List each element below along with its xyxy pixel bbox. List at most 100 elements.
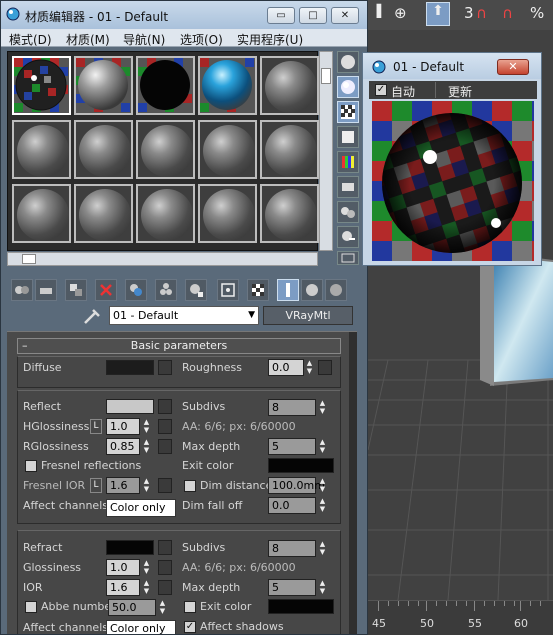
abbe-number-spinner[interactable]: ▲ ▼ (158, 599, 167, 616)
roughness-spinner[interactable]: ▲ ▼ (305, 359, 314, 376)
refract-glossiness-input[interactable]: 1.0 (106, 559, 140, 576)
parameters-scrollbar[interactable] (349, 332, 357, 634)
sample-slot[interactable] (260, 120, 319, 179)
get-material-icon[interactable] (11, 279, 33, 301)
refract-exit-color-checkbox[interactable] (184, 601, 196, 613)
basic-parameters-rollout-header[interactable]: – Basic parameters (17, 338, 341, 354)
select-move-icon[interactable]: ⊕ (394, 4, 407, 22)
refract-color-swatch[interactable] (106, 540, 154, 555)
reflect-affect-channels-dropdown[interactable]: Color only (106, 499, 176, 517)
snaps-toggle-icon[interactable]: 3 (464, 4, 474, 22)
magnet-icon[interactable]: ∩ (476, 4, 487, 22)
menu-navigation[interactable]: 导航(N) (123, 31, 165, 48)
refract-max-depth-spinner[interactable]: ▲ ▼ (318, 579, 327, 596)
rollout-collapse-toggle[interactable]: – (22, 339, 28, 353)
reflect-exit-color-swatch[interactable] (268, 458, 334, 473)
diffuse-color-swatch[interactable] (106, 360, 154, 375)
sample-slot[interactable] (260, 56, 319, 115)
show-map-in-viewport-icon[interactable] (247, 279, 269, 301)
hglossiness-map-button[interactable] (158, 419, 172, 434)
refract-affect-channels-dropdown[interactable]: Color only (106, 620, 176, 634)
reflect-map-button[interactable] (158, 399, 172, 414)
select-manipulate-icon[interactable]: ⬆ (426, 2, 450, 26)
menu-material[interactable]: 材质(M) (66, 31, 110, 48)
go-forward-to-sibling-icon[interactable] (325, 279, 347, 301)
rglossiness-map-button[interactable] (158, 439, 172, 454)
fresnel-ior-lock-button[interactable]: L (90, 478, 102, 493)
pick-material-eyedropper-icon[interactable] (81, 306, 103, 326)
background-checker-icon[interactable] (337, 101, 359, 123)
refract-subdivs-spinner[interactable]: ▲ ▼ (318, 540, 327, 557)
timeline-ruler[interactable]: 45 50 55 60 (368, 600, 553, 635)
reflect-subdivs-input[interactable]: 8 (268, 399, 316, 416)
rglossiness-spinner[interactable]: ▲ ▼ (142, 438, 151, 455)
sample-type-icon[interactable] (337, 51, 359, 73)
reflect-subdivs-spinner[interactable]: ▲ ▼ (318, 399, 327, 416)
abbe-number-input[interactable]: 50.0 (108, 599, 156, 616)
dim-distance-checkbox[interactable] (184, 480, 196, 492)
update-button[interactable]: 更新 (435, 82, 495, 99)
ior-input[interactable]: 1.6 (106, 579, 140, 596)
dim-falloff-input[interactable]: 0.0 (268, 497, 316, 514)
preview-close-button[interactable]: ✕ (497, 59, 529, 75)
close-button[interactable]: ✕ (331, 7, 359, 24)
hglossiness-spinner[interactable]: ▲ ▼ (142, 418, 151, 435)
sample-slot[interactable] (260, 184, 319, 243)
reflect-max-depth-spinner[interactable]: ▲ ▼ (318, 438, 327, 455)
preview-render[interactable] (372, 101, 534, 261)
make-copy-icon[interactable] (125, 279, 147, 301)
put-to-scene-icon[interactable] (35, 279, 57, 301)
fresnel-ior-spinner[interactable]: ▲ ▼ (142, 477, 151, 494)
backlight-icon[interactable] (337, 76, 359, 98)
make-preview-icon[interactable] (337, 176, 359, 198)
sample-slot-active[interactable] (12, 56, 71, 115)
select-by-material-icon[interactable] (337, 226, 359, 248)
hglossiness-lock-button[interactable]: L (90, 419, 102, 434)
roughness-input[interactable]: 0.0 (268, 359, 304, 376)
minimize-button[interactable]: ▭ (267, 7, 295, 24)
material-id-channel-icon[interactable] (217, 279, 239, 301)
auto-update-checkbox[interactable]: ✓ (375, 84, 387, 96)
refract-max-depth-input[interactable]: 5 (268, 579, 316, 596)
reflect-color-swatch[interactable] (106, 399, 154, 414)
roughness-map-button[interactable] (318, 360, 332, 375)
reset-material-icon[interactable] (95, 279, 117, 301)
ior-map-button[interactable] (158, 580, 172, 595)
diffuse-map-button[interactable] (158, 360, 172, 375)
options-icon[interactable] (337, 201, 359, 223)
sample-slot[interactable] (198, 184, 257, 243)
fresnel-ior-input[interactable]: 1.6 (106, 477, 140, 494)
sample-slot[interactable] (12, 184, 71, 243)
dim-falloff-spinner[interactable]: ▲ ▼ (318, 497, 327, 514)
sample-slot[interactable] (136, 184, 195, 243)
sample-slot[interactable] (74, 184, 133, 243)
fresnel-reflections-checkbox[interactable] (25, 460, 37, 472)
sample-slot[interactable] (74, 56, 133, 115)
angle-snap-icon[interactable]: ∩ (502, 4, 513, 22)
sample-slot[interactable] (12, 120, 71, 179)
hglossiness-input[interactable]: 1.0 (106, 418, 140, 435)
go-to-parent-icon[interactable] (301, 279, 323, 301)
sample-slot[interactable] (74, 120, 133, 179)
material-map-navigator-icon[interactable] (337, 251, 359, 265)
menu-mode[interactable]: 模式(D) (9, 31, 52, 48)
show-end-result-icon[interactable] (277, 279, 299, 301)
percent-snap-icon[interactable]: % (530, 4, 544, 22)
abbe-number-checkbox[interactable] (25, 601, 37, 613)
menu-utilities[interactable]: 实用程序(U) (237, 31, 303, 48)
scroll-thumb[interactable] (22, 254, 36, 264)
refract-glossiness-spinner[interactable]: ▲ ▼ (142, 559, 151, 576)
preview-title-bar[interactable]: 01 - Default ✕ (363, 53, 541, 79)
reflect-max-depth-input[interactable]: 5 (268, 438, 316, 455)
menu-options[interactable]: 选项(O) (180, 31, 223, 48)
sample-slot[interactable] (198, 56, 257, 115)
sample-slot[interactable] (198, 120, 257, 179)
slots-horizontal-scrollbar[interactable] (7, 252, 318, 266)
material-name-field[interactable]: 01 - Default ▼ (109, 306, 259, 325)
dim-distance-spinner[interactable]: ▲ ▼ (318, 477, 327, 494)
refract-subdivs-input[interactable]: 8 (268, 540, 316, 557)
sample-uv-tiling-icon[interactable] (337, 126, 359, 148)
rglossiness-input[interactable]: 0.85 (106, 438, 140, 455)
slots-vertical-scrollbar[interactable] (319, 51, 333, 251)
refract-exit-color-swatch[interactable] (268, 599, 334, 614)
